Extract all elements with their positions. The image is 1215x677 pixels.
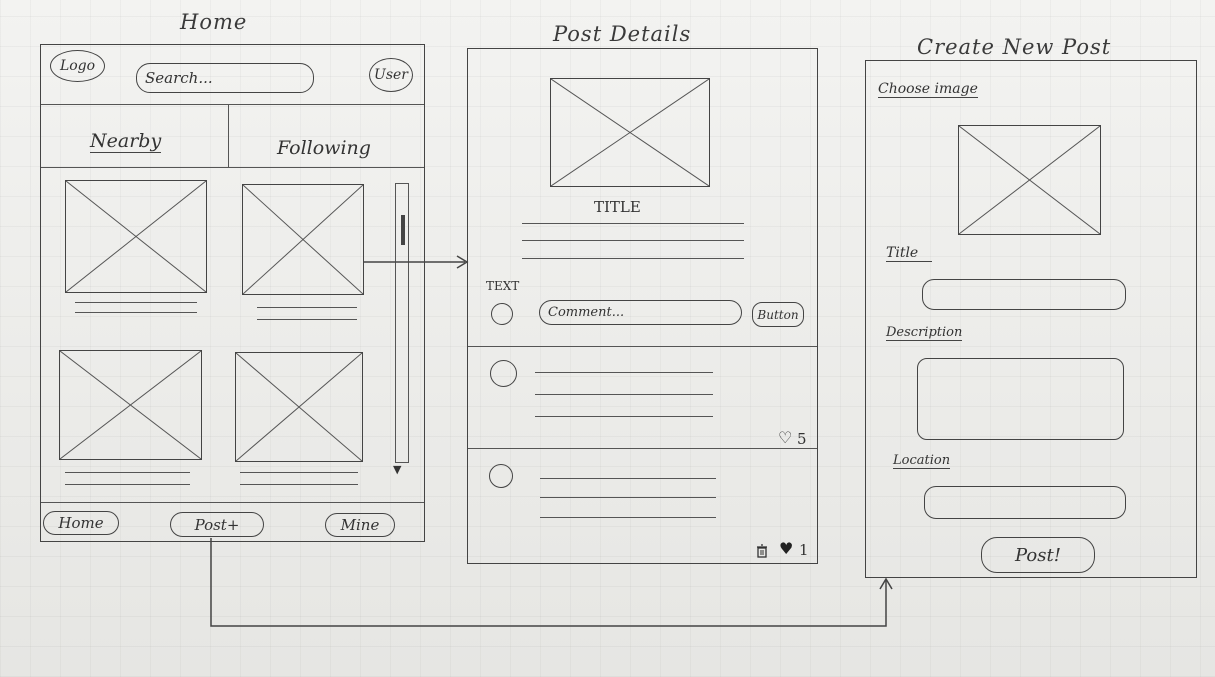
heart-icon[interactable]: ♥ [779,539,793,558]
text-line [257,319,357,320]
location-label: Location [893,453,951,469]
nav-mine-button[interactable]: Mine [325,513,395,537]
like-count: 1 [799,541,809,559]
text-line [75,302,197,303]
text-line [535,416,713,417]
text-line [522,240,744,241]
choose-image-label: Choose image [878,81,978,98]
comment-button[interactable]: Button [752,302,804,327]
tabs-divider [41,167,424,168]
section-divider [468,448,817,449]
tab-nearby[interactable]: Nearby [90,130,162,153]
scroll-arrow-icon[interactable]: ▼ [393,463,401,476]
home-screen [40,44,425,542]
image-placeholder[interactable] [235,352,363,462]
post-title: TITLE [594,198,641,216]
image-placeholder[interactable] [242,184,364,295]
location-field[interactable] [924,486,1126,519]
search-input[interactable]: Search... [136,63,314,93]
logo[interactable]: Logo [50,50,105,82]
scrollbar-thumb[interactable] [401,215,405,245]
user-avatar[interactable]: User [369,58,413,92]
header-divider [41,104,424,105]
post-details-title: Post Details [553,22,692,46]
title-label: Title [886,245,933,262]
home-screen-title: Home [180,10,248,34]
tab-following[interactable]: Following [277,137,371,159]
nav-divider [41,502,424,503]
avatar [491,303,513,325]
create-post-title: Create New Post [917,35,1112,59]
description-label: Description [886,325,963,341]
text-line [240,472,358,473]
description-field[interactable] [917,358,1124,440]
trash-icon[interactable] [756,543,768,558]
text-label: TEXT [486,279,520,293]
text-line [257,307,357,308]
image-placeholder[interactable] [65,180,207,293]
section-divider [468,346,817,347]
text-line [65,484,190,485]
like-count: 5 [797,430,807,448]
text-line [540,497,716,498]
text-line [540,478,716,479]
image-picker[interactable] [958,125,1101,235]
text-line [540,517,716,518]
text-line [240,484,358,485]
heart-icon[interactable]: ♡ [778,428,792,447]
tab-divider [228,105,229,167]
post-image [550,78,710,187]
comment-input[interactable]: Comment... [539,300,742,325]
nav-home-button[interactable]: Home [43,511,119,535]
post-submit-button[interactable]: Post! [981,537,1095,573]
avatar [490,360,517,387]
text-line [522,258,744,259]
text-line [75,312,197,313]
nav-post-button[interactable]: Post+ [170,512,264,537]
text-line [535,394,713,395]
avatar [489,464,513,488]
text-line [535,372,713,373]
text-line [65,472,190,473]
text-line [522,223,744,224]
image-placeholder[interactable] [59,350,202,460]
title-field[interactable] [922,279,1126,310]
